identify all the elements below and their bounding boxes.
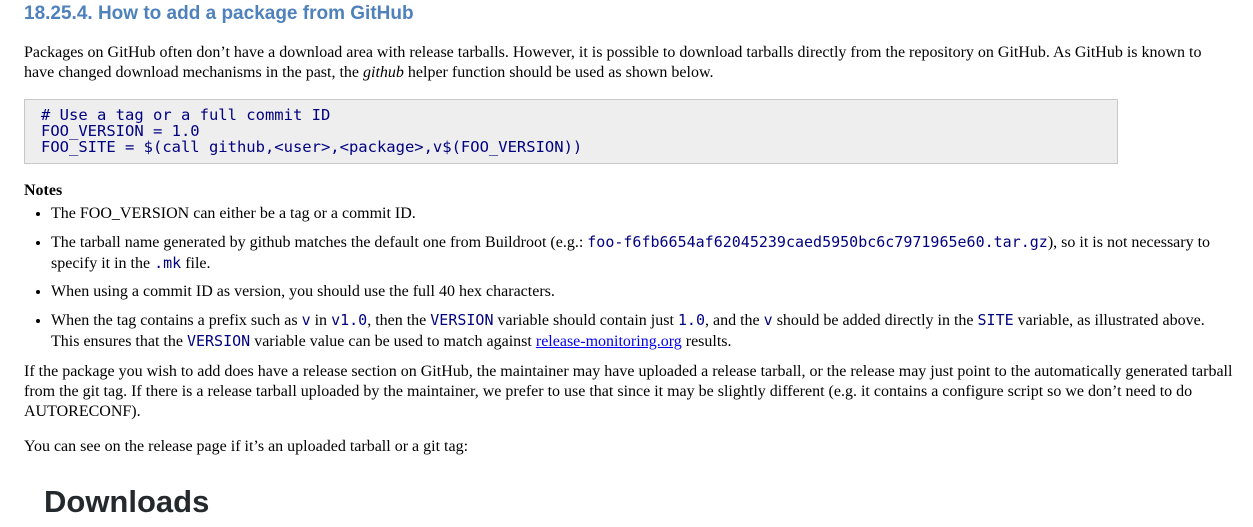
list-item: When the tag contains a prefix such as v…: [51, 310, 1235, 352]
code-line: FOO_SITE = $(call github,<user>,<package…: [41, 138, 583, 156]
intro-paragraph: Packages on GitHub often don’t have a do…: [24, 43, 1235, 83]
note-text: in: [310, 312, 332, 329]
note-text: results.: [681, 333, 732, 350]
note-text: , then the: [367, 312, 431, 329]
notes-list: The FOO_VERSION can either be a tag or a…: [24, 204, 1235, 352]
release-monitoring-link[interactable]: release-monitoring.org: [536, 333, 682, 350]
document-page: 18.25.4. How to add a package from GitHu…: [0, 0, 1253, 522]
note-text: variable value can be used to match agai…: [250, 333, 536, 350]
intro-text-after: helper function should be used as shown …: [403, 64, 714, 81]
paragraph-release-section: If the package you wish to add does have…: [24, 363, 1233, 420]
inline-code: foo-f6fb6654af62045239caed5950bc6c797196…: [587, 233, 1048, 251]
inline-code: v: [763, 311, 773, 329]
note-text: When using a commit ID as version, you s…: [51, 283, 555, 300]
list-item: The FOO_VERSION can either be a tag or a…: [51, 204, 1235, 224]
inline-code: v1.0: [331, 311, 368, 329]
note-text: variable should contain just: [493, 312, 678, 329]
paragraph-release-page: You can see on the release page if it’s …: [24, 438, 469, 455]
note-text: When the tag contains a prefix such as: [51, 312, 302, 329]
section-title: 18.25.4. How to add a package from GitHu…: [24, 3, 414, 24]
list-item: The tarball name generated by github mat…: [51, 232, 1235, 274]
downloads-heading: Downloads: [44, 484, 210, 519]
inline-code: .mk: [154, 254, 182, 272]
inline-code: v: [301, 311, 311, 329]
intro-emphasis: github: [363, 64, 404, 81]
notes-title: Notes: [24, 182, 63, 199]
inline-code: SITE: [977, 311, 1014, 329]
list-item: When using a commit ID as version, you s…: [51, 282, 1235, 302]
note-text: , and the: [705, 312, 764, 329]
note-text: file.: [181, 255, 211, 272]
note-text: The tarball name generated by github mat…: [51, 234, 588, 251]
code-block: # Use a tag or a full commit ID FOO_VERS…: [24, 99, 1118, 164]
note-text: The FOO_VERSION can either be a tag or a…: [51, 205, 416, 222]
inline-code: 1.0: [677, 311, 705, 329]
inline-code: VERSION: [430, 311, 494, 329]
note-text: should be added directly in the: [772, 312, 978, 329]
inline-code: VERSION: [186, 332, 251, 350]
